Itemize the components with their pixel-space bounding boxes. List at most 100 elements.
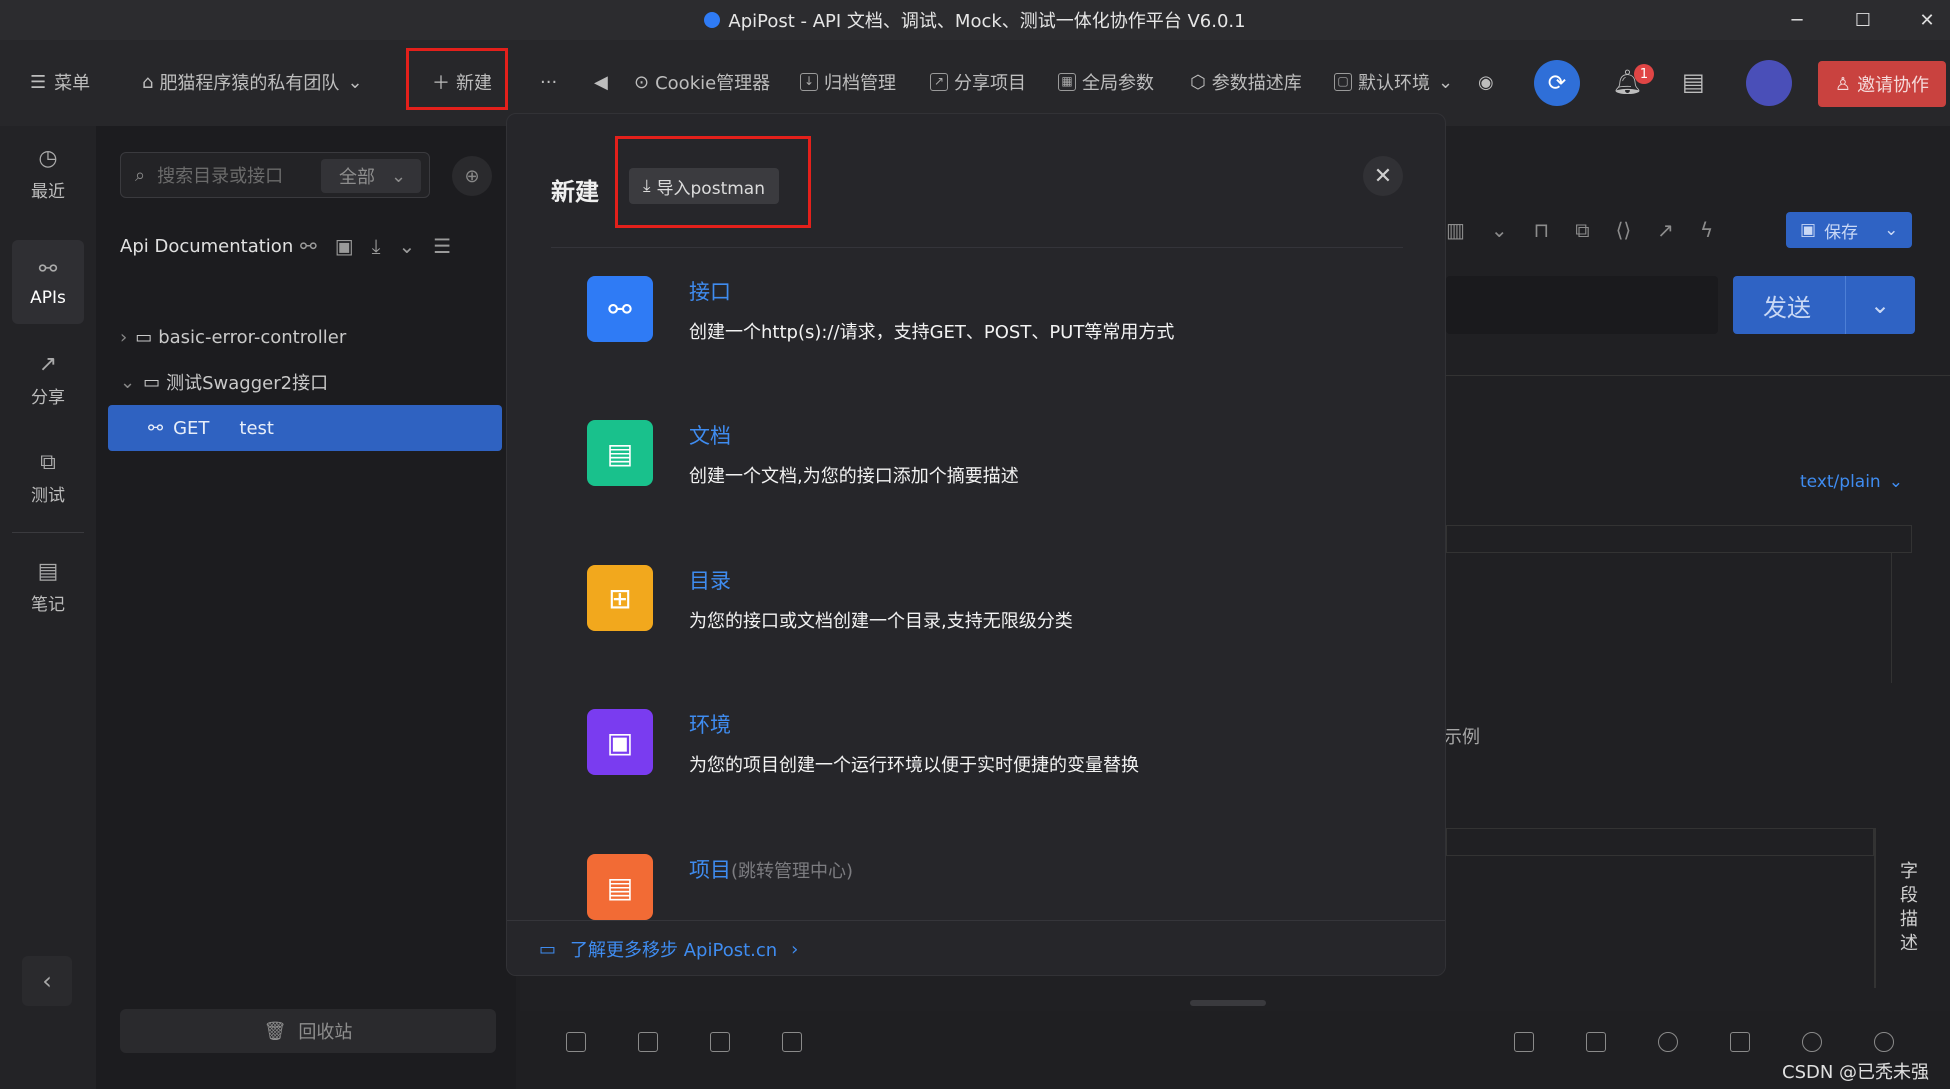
panel-icon[interactable]: ▥ bbox=[1446, 218, 1465, 242]
book-icon: ▭ bbox=[539, 938, 557, 960]
share-project-button[interactable]: ↗ 分享项目 bbox=[930, 62, 1026, 102]
tree-folder[interactable]: ⌄ ▭ 测试Swagger2接口 bbox=[120, 362, 328, 402]
archive-button[interactable]: ↓ 归档管理 bbox=[800, 62, 896, 102]
invite-button[interactable]: ♙ 邀请协作 bbox=[1818, 61, 1946, 107]
note-icon[interactable]: ▤ bbox=[1682, 62, 1705, 102]
highlight-box-new bbox=[406, 48, 508, 110]
triangle-left-icon[interactable]: ◀ bbox=[594, 62, 608, 102]
import-icon[interactable]: ⤓ bbox=[372, 234, 381, 258]
folder-icon: ▭ bbox=[135, 326, 153, 348]
save-button[interactable]: ▣ 保存 ⌄ bbox=[1786, 212, 1912, 248]
dialog-divider bbox=[551, 247, 1403, 248]
nav-test[interactable]: ⧉ 测试 bbox=[12, 436, 84, 520]
filter-dropdown[interactable]: 全部 ⌄ bbox=[321, 159, 421, 193]
add-api-icon[interactable]: ⚯ bbox=[300, 234, 317, 258]
collapse-left-icon[interactable]: ‹ bbox=[22, 956, 72, 1006]
sidebar-actions: ⚯ ▣ ⤓ ⌄ ☰ bbox=[300, 226, 451, 266]
user-icon: ♙ bbox=[1834, 73, 1852, 95]
title-bar: ApiPost - API 文档、调试、Mock、测试一体化协作平台 V6.0.… bbox=[0, 0, 1950, 40]
maximize-button[interactable]: ☐ bbox=[1838, 0, 1888, 40]
chevron-right-icon: › bbox=[791, 938, 799, 960]
code-icon[interactable]: ⟨⟩ bbox=[1616, 218, 1632, 242]
rocket-icon[interactable] bbox=[566, 1032, 586, 1052]
cookie-manager-button[interactable]: ⊙ Cookie管理器 bbox=[634, 62, 770, 102]
watermark: CSDN @已秃未强 bbox=[1782, 1062, 1930, 1083]
locate-icon[interactable]: ⊕ bbox=[452, 156, 492, 196]
env-icon: ▢ bbox=[1334, 73, 1352, 91]
avatar[interactable] bbox=[1746, 60, 1792, 106]
settings-icon[interactable] bbox=[1802, 1032, 1822, 1052]
api-icon: ⚯ bbox=[587, 276, 653, 342]
menu-button[interactable]: ☰ 菜单 bbox=[30, 62, 90, 102]
nav-divider bbox=[12, 532, 84, 533]
cloud-icon[interactable] bbox=[1874, 1032, 1894, 1052]
param-lib-button[interactable]: ⬡ 参数描述库 bbox=[1190, 62, 1302, 102]
nav-notes[interactable]: ▤ 笔记 bbox=[12, 545, 84, 629]
chevron-down-icon: ⌄ bbox=[1870, 291, 1891, 319]
chevron-down-icon[interactable]: ⌄ bbox=[1491, 218, 1508, 242]
project-name: Api Documentation bbox=[120, 235, 294, 257]
env-selector[interactable]: ▢ 默认环境 ⌄ bbox=[1334, 62, 1453, 102]
chevron-down-icon: ⌄ bbox=[1884, 220, 1899, 240]
field-desc-tab[interactable]: 字段描述 bbox=[1898, 860, 1920, 956]
window-icon[interactable] bbox=[782, 1032, 802, 1052]
history-icon: ◷ bbox=[38, 146, 58, 171]
share-icon: ↗ bbox=[930, 73, 948, 91]
folder-icon: ▭ bbox=[143, 371, 161, 393]
search-input[interactable]: ⌕ 搜索目录或接口 全部 ⌄ bbox=[120, 152, 430, 198]
flash-icon[interactable]: ϟ bbox=[1700, 218, 1713, 242]
nav-share[interactable]: ↗ 分享 bbox=[12, 338, 84, 422]
archive-icon: ↓ bbox=[800, 73, 818, 91]
body-editor[interactable] bbox=[1446, 553, 1892, 683]
highlight-box-import bbox=[615, 136, 811, 228]
moon-icon[interactable] bbox=[1658, 1032, 1678, 1052]
content-type-selector[interactable]: text/plain ⌄ bbox=[1800, 462, 1903, 502]
tree-folder[interactable]: › ▭ basic-error-controller bbox=[120, 317, 346, 357]
sort-icon[interactable]: ☰ bbox=[433, 234, 451, 258]
document-icon: ▤ bbox=[587, 420, 653, 486]
send-button[interactable]: 发送 ⌄ bbox=[1733, 276, 1915, 334]
lock-icon[interactable]: ⊓ bbox=[1534, 218, 1550, 242]
option-doc[interactable]: ▤ 文档 创建一个文档,为您的接口添加个摘要描述 bbox=[587, 420, 1387, 510]
option-api[interactable]: ⚯ 接口 创建一个http(s)://请求，支持GET、POST、PUT等常用方… bbox=[587, 276, 1387, 366]
url-input[interactable] bbox=[1446, 276, 1718, 334]
close-window-button[interactable]: ✕ bbox=[1902, 0, 1950, 40]
close-icon[interactable]: ✕ bbox=[1363, 156, 1403, 196]
terminal-icon[interactable] bbox=[1514, 1032, 1534, 1052]
team-selector[interactable]: ⌂ 肥猫程序猿的私有团队 ⌄ bbox=[142, 62, 363, 102]
chevron-down-icon: ⌄ bbox=[120, 371, 136, 393]
copy-icon[interactable]: ⧉ bbox=[1575, 218, 1589, 242]
recycle-bin-button[interactable]: 🗑︎ 回收站 bbox=[120, 1009, 496, 1053]
font-size-icon[interactable] bbox=[1730, 1032, 1750, 1052]
add-folder-icon[interactable]: ▣ bbox=[335, 234, 354, 258]
global-params-button[interactable]: ▦ 全局参数 bbox=[1058, 62, 1154, 102]
chevron-down-icon: ⌄ bbox=[391, 165, 407, 187]
export-icon[interactable]: ↗ bbox=[1657, 218, 1674, 242]
more-button[interactable]: ··· bbox=[540, 62, 557, 102]
resize-handle[interactable] bbox=[1190, 1000, 1266, 1006]
sync-icon[interactable]: ⟳ bbox=[1534, 60, 1580, 106]
team-icon: ⌂ bbox=[142, 71, 154, 93]
option-env[interactable]: ▣ 环境 为您的项目创建一个运行环境以便于实时便捷的变量替换 bbox=[587, 709, 1387, 799]
minimize-button[interactable]: ─ bbox=[1772, 0, 1822, 40]
chevron-down-icon[interactable]: ⌄ bbox=[399, 234, 416, 258]
nav-recent[interactable]: ◷ 最近 bbox=[12, 132, 84, 216]
tree-item-selected[interactable]: ⚯ GET test bbox=[108, 405, 502, 451]
apipost-logo-icon bbox=[704, 12, 721, 28]
share-icon: ↗ bbox=[38, 352, 58, 377]
markdown-icon[interactable] bbox=[638, 1032, 658, 1052]
example-header bbox=[1446, 828, 1874, 856]
chevron-down-icon: ⌄ bbox=[1438, 71, 1454, 93]
menu-icon: ☰ bbox=[30, 71, 47, 93]
option-folder[interactable]: ⊞ 目录 为您的接口或文档创建一个目录,支持无限级分类 bbox=[587, 565, 1387, 655]
nav-apis[interactable]: ⚯ APIs bbox=[12, 240, 84, 324]
layout-icon[interactable] bbox=[1586, 1032, 1606, 1052]
link-icon: ⚯ bbox=[38, 256, 58, 282]
eye-icon[interactable]: ◉ bbox=[1478, 62, 1494, 102]
cookie-icon: ⊙ bbox=[634, 71, 650, 93]
example-label: 示例 bbox=[1444, 727, 1480, 748]
help-icon[interactable] bbox=[710, 1032, 730, 1052]
body-editor-header bbox=[1446, 525, 1912, 553]
learn-more-link[interactable]: ▭ 了解更多移步 ApiPost.cn › bbox=[507, 920, 1445, 975]
chevron-down-icon: ⌄ bbox=[1888, 472, 1903, 492]
